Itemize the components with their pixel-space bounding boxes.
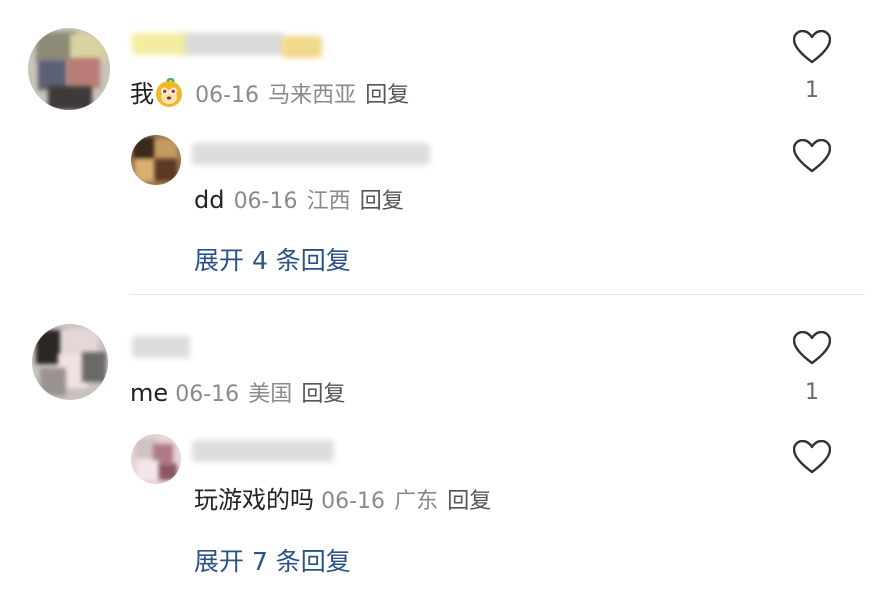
heart-outline-icon[interactable] xyxy=(793,440,831,474)
expand-replies-button[interactable]: 展开 7 条回复 xyxy=(194,542,351,578)
monkey-emoji-icon xyxy=(154,78,184,108)
like-count: 1 xyxy=(805,380,819,405)
heart-outline-icon[interactable] xyxy=(793,30,831,64)
comment-body: me 06-16 美国 回复 xyxy=(130,381,345,406)
expand-replies-button[interactable]: 展开 4 条回复 xyxy=(194,241,351,277)
avatar[interactable] xyxy=(28,28,110,110)
avatar[interactable] xyxy=(32,324,108,400)
comment-date: 06-16 xyxy=(195,83,260,108)
comment-location: 美国 xyxy=(248,382,293,407)
comment-location: 马来西亚 xyxy=(268,83,357,108)
comment-location: 广东 xyxy=(394,489,439,514)
avatar[interactable] xyxy=(131,135,181,185)
comment-date: 06-16 xyxy=(175,382,240,407)
reply-button[interactable]: 回复 xyxy=(365,83,409,108)
heart-outline-icon[interactable] xyxy=(793,139,831,173)
comment-date: 06-16 xyxy=(321,489,386,514)
comment-body: 我 06-16 马来西亚 回复 xyxy=(130,78,409,108)
reply-button[interactable]: 回复 xyxy=(447,489,491,514)
reply-button[interactable]: 回复 xyxy=(360,189,404,214)
comment-text: dd xyxy=(194,186,225,214)
comment-text: 我 xyxy=(130,80,154,108)
comment-text: 玩游戏的吗 xyxy=(194,486,314,514)
comment-text: me xyxy=(130,379,169,407)
comment-body: 玩游戏的吗 06-16 广东 回复 xyxy=(194,488,491,513)
comment-date: 06-16 xyxy=(233,189,298,214)
comment-location: 江西 xyxy=(306,189,351,214)
divider xyxy=(130,294,865,295)
avatar[interactable] xyxy=(131,434,181,484)
heart-outline-icon[interactable] xyxy=(793,331,831,365)
comment-body: dd 06-16 江西 回复 xyxy=(194,188,404,213)
like-count: 1 xyxy=(805,78,819,103)
reply-button[interactable]: 回复 xyxy=(301,382,345,407)
